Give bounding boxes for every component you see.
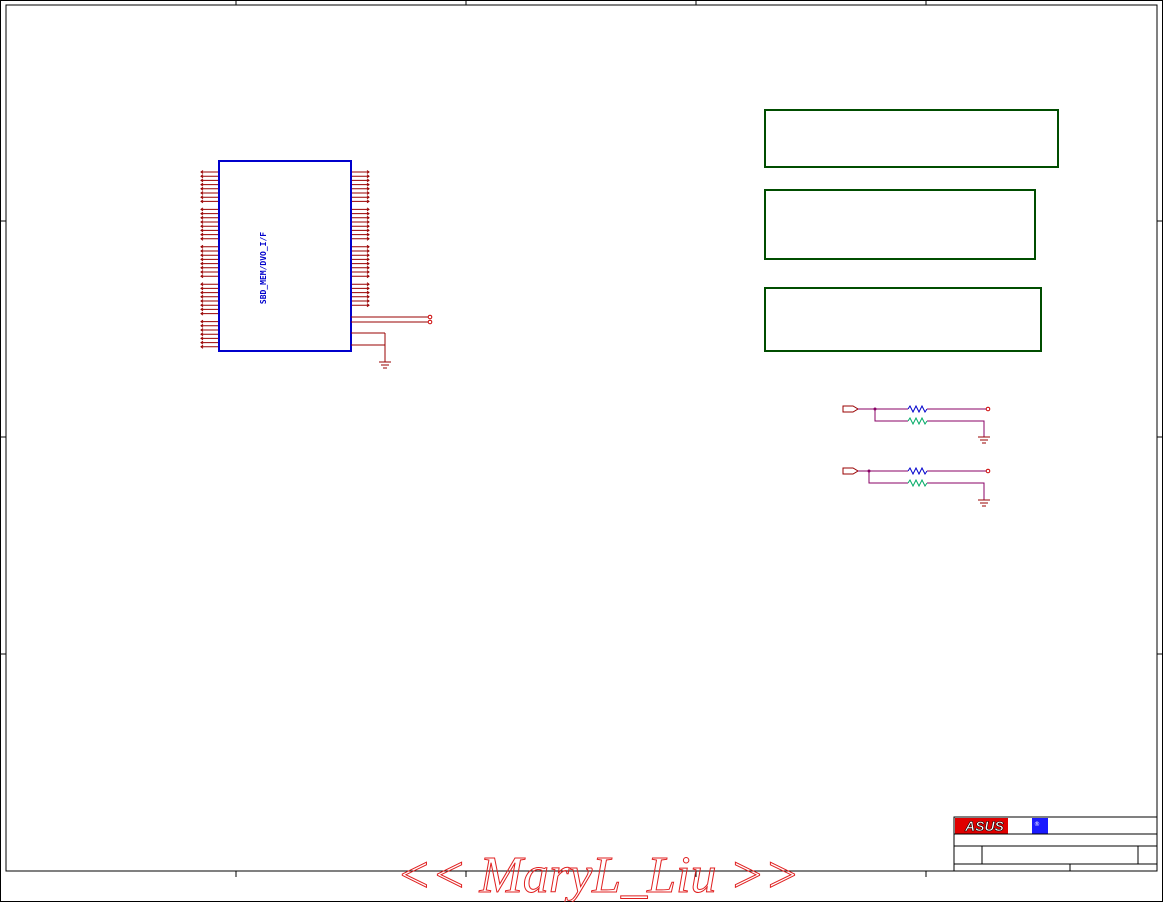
sheet-outer-border bbox=[0, 0, 1163, 902]
ground-symbol-1 bbox=[379, 361, 391, 369]
ground-symbol-2 bbox=[978, 436, 990, 444]
port-connector-2 bbox=[842, 467, 859, 475]
watermark: << MaryL_Liu >> bbox=[396, 847, 799, 902]
chip-outline bbox=[218, 160, 352, 352]
resistor-network-1 bbox=[842, 404, 991, 444]
ground-symbol-3 bbox=[978, 499, 990, 507]
schematic-sheet: SBD_MEM/DVO_I/F ASUS ® << MaryL_Liu >> bbox=[0, 0, 1163, 902]
resistor-2a bbox=[907, 466, 928, 476]
note-box-2 bbox=[764, 189, 1036, 260]
chip-label: SBD_MEM/DVO_I/F bbox=[259, 232, 268, 304]
sheet-inner-border bbox=[5, 4, 1158, 872]
resistor-1b bbox=[907, 416, 928, 426]
note-box-1 bbox=[764, 109, 1059, 168]
chip-block: SBD_MEM/DVO_I/F bbox=[200, 160, 433, 369]
zone-ticks bbox=[0, 0, 1163, 877]
brand-logo-text: ASUS bbox=[964, 818, 1005, 834]
brand-logo-white bbox=[1008, 818, 1032, 834]
chip-left-pins bbox=[200, 170, 219, 349]
title-block: ASUS ® bbox=[953, 816, 1158, 872]
port-connector-1 bbox=[842, 405, 859, 413]
resistor-network-2 bbox=[842, 466, 991, 507]
resistor-2b bbox=[907, 478, 928, 488]
brand-registered-mark: ® bbox=[1034, 821, 1040, 828]
chip-output-nets bbox=[351, 314, 433, 362]
chip-right-pins bbox=[351, 170, 370, 308]
note-box-3 bbox=[764, 287, 1042, 352]
resistor-1a bbox=[907, 404, 928, 414]
